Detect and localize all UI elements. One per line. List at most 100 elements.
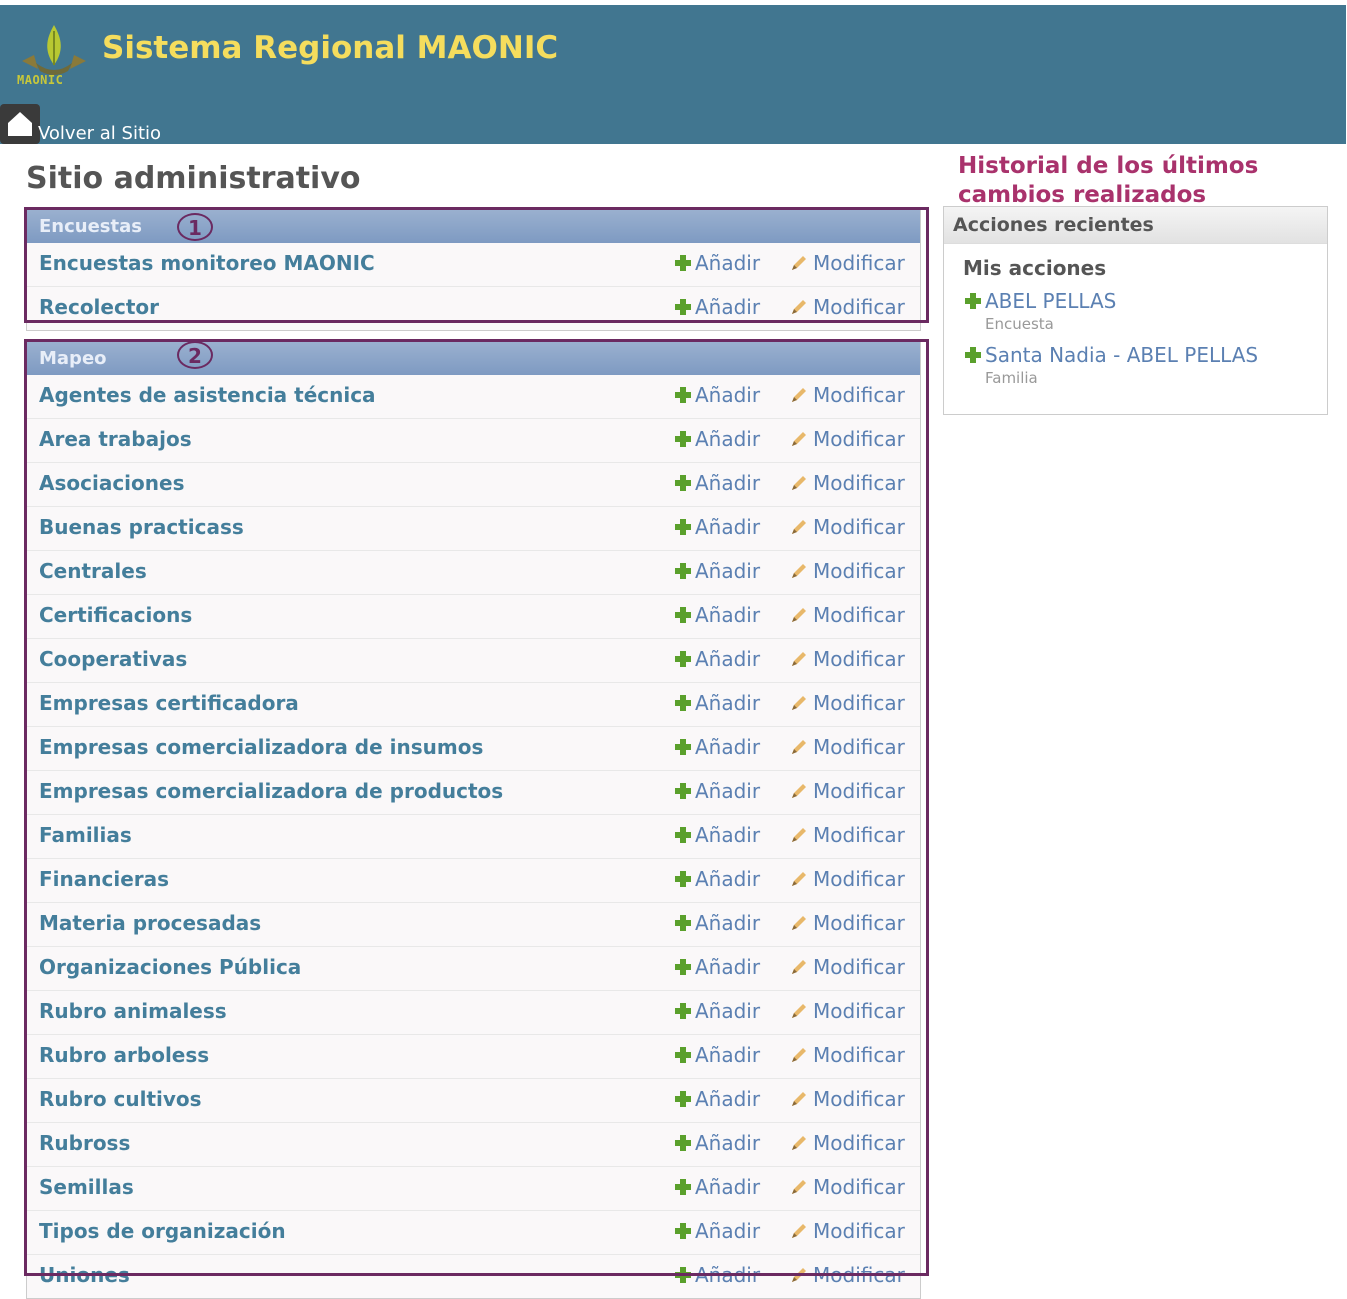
pencil-icon: [792, 696, 806, 710]
model-link[interactable]: Rubross: [39, 1131, 130, 1155]
add-icon: [675, 651, 691, 667]
change-button[interactable]: Modificar: [789, 955, 905, 979]
model-link[interactable]: Uniones: [39, 1263, 130, 1287]
model-link[interactable]: Cooperativas: [39, 647, 187, 671]
model-link[interactable]: Empresas certificadora: [39, 691, 299, 715]
model-link[interactable]: Buenas practicass: [39, 515, 244, 539]
add-button[interactable]: Añadir: [673, 1087, 760, 1111]
add-button[interactable]: Añadir: [673, 1263, 760, 1287]
add-button[interactable]: Añadir: [673, 559, 760, 583]
pencil-icon: [792, 388, 806, 402]
model-link[interactable]: Certificacions: [39, 603, 192, 627]
add-label: Añadir: [695, 1263, 761, 1287]
model-link[interactable]: Empresas comercializadora de productos: [39, 779, 503, 803]
recent-action-link[interactable]: Santa Nadia - ABEL PELLAS: [963, 343, 1258, 367]
model-link[interactable]: Materia procesadas: [39, 911, 261, 935]
change-label: Modificar: [813, 779, 905, 803]
add-button[interactable]: Añadir: [673, 911, 760, 935]
change-button[interactable]: Modificar: [789, 911, 905, 935]
add-button[interactable]: Añadir: [673, 1175, 760, 1199]
model-link[interactable]: Semillas: [39, 1175, 134, 1199]
pencil-icon: [792, 1092, 806, 1106]
home-icon: [0, 104, 40, 144]
add-button[interactable]: Añadir: [673, 603, 760, 627]
model-link[interactable]: Agentes de asistencia técnica: [39, 383, 376, 407]
change-button[interactable]: Modificar: [789, 1175, 905, 1199]
change-button[interactable]: Modificar: [789, 295, 905, 319]
model-link[interactable]: Rubro arboless: [39, 1043, 209, 1067]
add-button[interactable]: Añadir: [673, 779, 760, 803]
add-button[interactable]: Añadir: [673, 383, 760, 407]
model-link[interactable]: Organizaciones Pública: [39, 955, 301, 979]
change-button[interactable]: Modificar: [789, 779, 905, 803]
recent-action-link[interactable]: ABEL PELLAS: [963, 289, 1116, 313]
change-button[interactable]: Modificar: [789, 1131, 905, 1155]
model-row-uniones: Uniones Añadir Modificar: [27, 1255, 920, 1298]
change-button[interactable]: Modificar: [789, 251, 905, 275]
add-label: Añadir: [695, 603, 761, 627]
change-button[interactable]: Modificar: [789, 383, 905, 407]
add-button[interactable]: Añadir: [673, 867, 760, 891]
change-button[interactable]: Modificar: [789, 515, 905, 539]
add-button[interactable]: Añadir: [673, 999, 760, 1023]
add-label: Añadir: [695, 779, 761, 803]
change-button[interactable]: Modificar: [789, 647, 905, 671]
model-row-recolector: Recolector Añadir Modificar: [27, 287, 920, 330]
change-button[interactable]: Modificar: [789, 735, 905, 759]
model-link[interactable]: Centrales: [39, 559, 147, 583]
add-label: Añadir: [695, 1087, 761, 1111]
model-link[interactable]: Rubro animaless: [39, 999, 227, 1023]
change-button[interactable]: Modificar: [789, 427, 905, 451]
change-label: Modificar: [813, 911, 905, 935]
model-link[interactable]: Empresas comercializadora de insumos: [39, 735, 483, 759]
change-button[interactable]: Modificar: [789, 471, 905, 495]
recent-action-item: ABEL PELLAS Encuesta: [963, 289, 1116, 333]
add-button[interactable]: Añadir: [673, 691, 760, 715]
model-link[interactable]: Recolector: [39, 295, 159, 319]
change-button[interactable]: Modificar: [789, 603, 905, 627]
model-row-empresas-certificadora: Empresas certificadora Añadir Modificar: [27, 683, 920, 727]
change-button[interactable]: Modificar: [789, 1087, 905, 1111]
add-button[interactable]: Añadir: [673, 1219, 760, 1243]
model-row-familias: Familias Añadir Modificar: [27, 815, 920, 859]
add-button[interactable]: Añadir: [673, 647, 760, 671]
model-link[interactable]: Rubro cultivos: [39, 1087, 202, 1111]
add-button[interactable]: Añadir: [673, 1131, 760, 1155]
add-button[interactable]: Añadir: [673, 427, 760, 451]
change-button[interactable]: Modificar: [789, 1043, 905, 1067]
change-label: Modificar: [813, 1175, 905, 1199]
change-button[interactable]: Modificar: [789, 1263, 905, 1287]
add-button[interactable]: Añadir: [673, 955, 760, 979]
change-button[interactable]: Modificar: [789, 559, 905, 583]
model-link[interactable]: Area trabajos: [39, 427, 192, 451]
site-header: MAONIC Sistema Regional MAONIC Volver al…: [0, 5, 1346, 144]
change-button[interactable]: Modificar: [789, 1219, 905, 1243]
add-button[interactable]: Añadir: [673, 295, 760, 319]
model-row-organizaciones-publica: Organizaciones Pública Añadir Modificar: [27, 947, 920, 991]
model-row-rubro-arboless: Rubro arboless Añadir Modificar: [27, 1035, 920, 1079]
add-button[interactable]: Añadir: [673, 515, 760, 539]
change-button[interactable]: Modificar: [789, 823, 905, 847]
add-button[interactable]: Añadir: [673, 735, 760, 759]
add-label: Añadir: [695, 295, 761, 319]
change-label: Modificar: [813, 1219, 905, 1243]
recent-action-type: Familia: [985, 369, 1038, 387]
model-link[interactable]: Financieras: [39, 867, 169, 891]
add-button[interactable]: Añadir: [673, 471, 760, 495]
change-button[interactable]: Modificar: [789, 999, 905, 1023]
model-link[interactable]: Familias: [39, 823, 132, 847]
model-row-certificacions: Certificacions Añadir Modificar: [27, 595, 920, 639]
add-button[interactable]: Añadir: [673, 823, 760, 847]
add-label: Añadir: [695, 955, 761, 979]
recent-action-type: Encuesta: [985, 315, 1054, 333]
back-to-site-link[interactable]: Volver al Sitio: [0, 100, 161, 144]
change-button[interactable]: Modificar: [789, 691, 905, 715]
model-link[interactable]: Tipos de organización: [39, 1219, 286, 1243]
add-button[interactable]: Añadir: [673, 1043, 760, 1067]
change-label: Modificar: [813, 1087, 905, 1111]
add-button[interactable]: Añadir: [673, 251, 760, 275]
model-link[interactable]: Asociaciones: [39, 471, 185, 495]
change-button[interactable]: Modificar: [789, 867, 905, 891]
model-link[interactable]: Encuestas monitoreo MAONIC: [39, 251, 375, 275]
add-icon: [675, 871, 691, 887]
